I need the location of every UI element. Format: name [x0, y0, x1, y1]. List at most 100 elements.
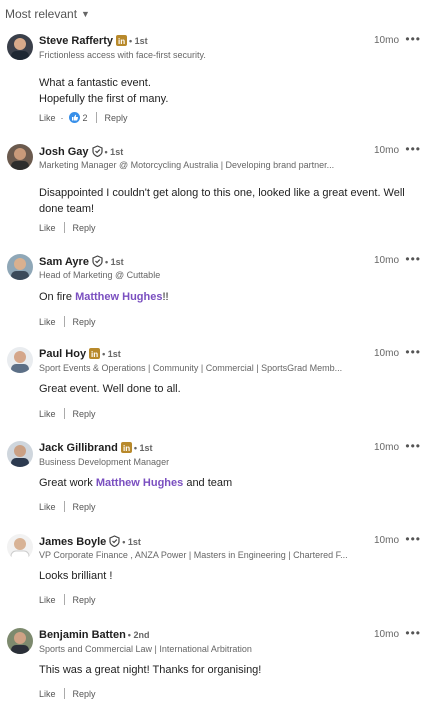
connection-degree: • 1st: [128, 36, 148, 46]
reply-button[interactable]: Reply: [73, 317, 96, 327]
mention-link[interactable]: Matthew Hughes: [75, 291, 162, 303]
commenter-name[interactable]: Sam Ayre • 1st: [39, 255, 124, 270]
name-text: Jack Gillibrand: [39, 442, 118, 454]
avatar[interactable]: [7, 534, 33, 560]
action-divider: [63, 222, 65, 233]
commenter-name[interactable]: Josh Gay • 1st: [39, 145, 123, 160]
more-options-icon[interactable]: •••: [405, 252, 421, 266]
comment-actions: Like Reply: [39, 688, 96, 699]
like-button[interactable]: Like: [39, 689, 56, 699]
timestamp: 10mo: [373, 348, 399, 359]
reply-button[interactable]: Reply: [73, 502, 96, 512]
action-divider: [63, 594, 65, 605]
avatar[interactable]: [7, 441, 33, 467]
mention-link[interactable]: Matthew Hughes: [96, 477, 183, 489]
commenter-name[interactable]: Jack Gillibrand in • 1st: [39, 442, 153, 456]
verified-shield-icon: [92, 255, 103, 270]
connection-degree: • 2nd: [127, 630, 150, 640]
name-text: Benjamin Batten: [39, 629, 126, 641]
reply-button[interactable]: Reply: [73, 689, 96, 699]
more-options-icon[interactable]: •••: [405, 32, 421, 46]
comment-line: What a fantastic event.: [39, 77, 151, 89]
headline: Sports and Commercial Law | Internationa…: [39, 644, 252, 654]
connection-degree: • 1st: [122, 537, 141, 547]
avatar[interactable]: [7, 628, 33, 654]
text-segment: !!: [162, 291, 169, 303]
comment-text: Great event. Well done to all.: [39, 383, 181, 395]
more-options-icon[interactable]: •••: [405, 626, 421, 640]
comment-actions: Like Reply: [39, 408, 96, 419]
reaction-count: 2: [82, 112, 88, 123]
like-button[interactable]: Like: [39, 502, 56, 512]
headline: Marketing Manager @ Motorcycling Austral…: [39, 160, 335, 170]
comment-text: Great work Matthew Hughes and team: [39, 475, 421, 491]
comment-text: What a fantastic event. Hopefully the fir…: [39, 75, 421, 107]
svg-text:in: in: [123, 444, 130, 453]
action-divider: [63, 501, 65, 512]
avatar[interactable]: [7, 144, 33, 170]
like-button[interactable]: Like: [39, 113, 56, 123]
dot-separator: ·: [60, 112, 64, 123]
headline: Head of Marketing @ Cuttable: [39, 270, 161, 280]
reply-button[interactable]: Reply: [73, 223, 96, 233]
name-text: Steve Rafferty: [39, 35, 113, 47]
commenter-name[interactable]: James Boyle • 1st: [39, 535, 141, 550]
action-divider: [63, 688, 65, 699]
text-segment: Great work: [39, 477, 96, 489]
commenter-name[interactable]: Benjamin Batten • 2nd: [39, 629, 149, 641]
action-divider: [95, 112, 97, 123]
timestamp: 10mo: [373, 629, 399, 640]
action-divider: [63, 316, 65, 327]
svg-text:in: in: [118, 37, 125, 46]
reply-button[interactable]: Reply: [73, 409, 96, 419]
sort-dropdown[interactable]: Most relevant ▼: [5, 7, 90, 21]
name-text: Paul Hoy: [39, 348, 87, 360]
like-button[interactable]: Like: [39, 595, 56, 605]
action-divider: [63, 408, 65, 419]
avatar[interactable]: [7, 34, 33, 60]
timestamp: 10mo: [373, 145, 399, 156]
more-options-icon[interactable]: •••: [405, 345, 421, 359]
comment-actions: Like Reply: [39, 501, 96, 512]
verified-shield-icon: [109, 535, 120, 550]
linkedin-premium-icon: in: [120, 442, 132, 456]
timestamp: 10mo: [373, 35, 399, 46]
connection-degree: • 1st: [133, 443, 153, 453]
timestamp: 10mo: [373, 535, 399, 546]
comment-actions: Like Reply: [39, 594, 96, 605]
more-options-icon[interactable]: •••: [405, 142, 421, 156]
like-button[interactable]: Like: [39, 317, 56, 327]
more-options-icon[interactable]: •••: [405, 439, 421, 453]
headline: VP Corporate Finance , ANZA Power | Mast…: [39, 550, 348, 560]
headline: Frictionless access with face-first secu…: [39, 50, 206, 60]
sort-label: Most relevant: [5, 7, 78, 21]
reply-button[interactable]: Reply: [105, 113, 128, 123]
comment-actions: Like Reply: [39, 316, 96, 327]
headline: Business Development Manager: [39, 457, 170, 467]
timestamp: 10mo: [373, 255, 399, 266]
commenter-name[interactable]: Paul Hoy in • 1st: [39, 348, 121, 362]
headline: Sport Events & Operations | Community | …: [39, 363, 343, 373]
text-segment: and team: [183, 477, 233, 489]
comment-actions: Like Reply: [39, 222, 96, 233]
name-text: Sam Ayre: [39, 256, 89, 268]
connection-degree: • 1st: [102, 349, 121, 359]
linkedin-premium-icon: in: [115, 35, 127, 49]
connection-degree: • 1st: [104, 257, 124, 267]
comment-line: Hopefully the first of many.: [39, 93, 169, 105]
avatar[interactable]: [7, 254, 33, 280]
like-button[interactable]: Like: [39, 223, 56, 233]
caret-down-icon: ▼: [81, 9, 90, 19]
comment-text: On fire Matthew Hughes!!: [39, 289, 421, 305]
text-segment: On fire: [39, 291, 76, 303]
reaction-summary[interactable]: 2: [68, 112, 88, 123]
reply-button[interactable]: Reply: [73, 595, 96, 605]
more-options-icon[interactable]: •••: [405, 532, 421, 546]
verified-shield-icon: [91, 145, 103, 160]
like-button[interactable]: Like: [39, 409, 56, 419]
avatar[interactable]: [7, 347, 33, 373]
commenter-name[interactable]: Steve Rafferty in • 1st: [39, 35, 148, 49]
connection-degree: • 1st: [104, 147, 124, 157]
comment-actions: Like · 2 Reply: [39, 112, 128, 123]
timestamp: 10mo: [373, 442, 399, 453]
